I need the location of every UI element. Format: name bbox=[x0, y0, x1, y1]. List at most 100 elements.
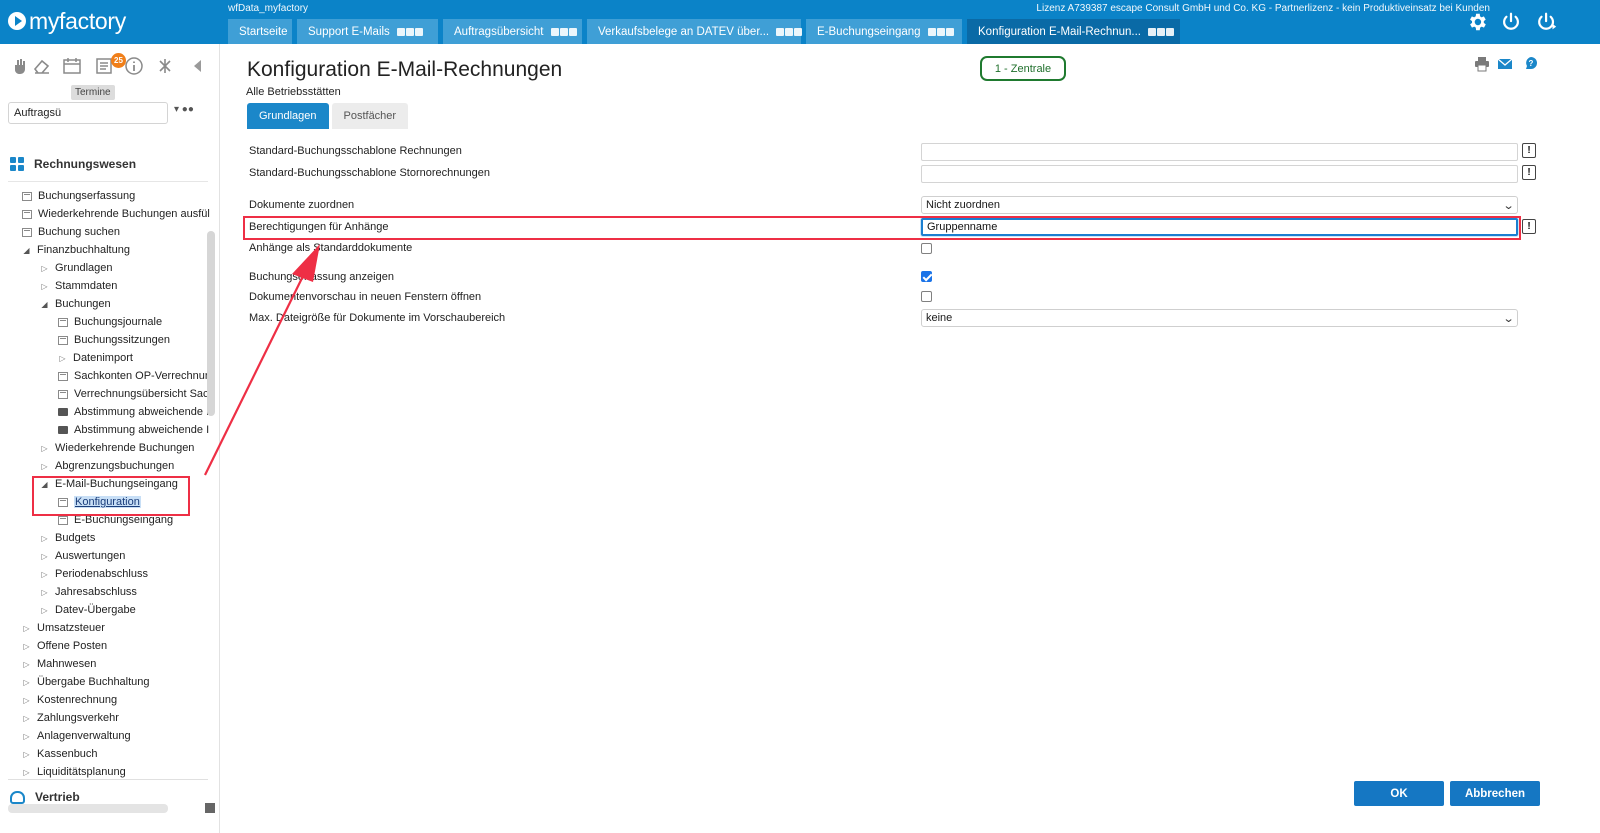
sidebar-scrollbar[interactable] bbox=[207, 231, 215, 416]
tree-item[interactable]: Verrechnungsübersicht Sac bbox=[58, 385, 209, 403]
myfactory-logo[interactable]: myfactory bbox=[8, 6, 126, 36]
tree-item-label: Buchungssitzungen bbox=[74, 334, 171, 346]
search-options-icon[interactable]: ▾ ●● bbox=[174, 104, 198, 120]
module-header-vertrieb[interactable]: Vertrieb bbox=[10, 790, 80, 804]
tab-verkaufsbelege-datev[interactable]: Verkaufsbelege an DATEV über... bbox=[587, 19, 803, 44]
info-icon[interactable] bbox=[124, 56, 144, 76]
tree-item[interactable]: Buchungserfassung bbox=[22, 187, 135, 205]
tree-item[interactable]: ◢ Finanzbuchhaltung bbox=[22, 241, 130, 259]
eraser-icon[interactable] bbox=[32, 56, 52, 76]
tree-item[interactable]: ▷ Mahnwesen bbox=[22, 655, 96, 673]
tree-item[interactable]: Abstimmung abweichende I bbox=[58, 403, 209, 421]
attachment-permissions-info-button[interactable]: ! bbox=[1522, 219, 1536, 234]
tree-item[interactable]: ▷ Offene Posten bbox=[22, 637, 107, 655]
tree-item-label: Datenimport bbox=[73, 352, 133, 364]
tab-tools-icon[interactable] bbox=[927, 27, 954, 36]
logout-power-icon[interactable] bbox=[1536, 11, 1558, 33]
print-icon[interactable] bbox=[1474, 56, 1490, 72]
tab-tools-icon[interactable] bbox=[776, 27, 803, 36]
tree-item-label: Konfiguration bbox=[74, 496, 141, 508]
tab-e-buchungseingang[interactable]: E-Buchungseingang bbox=[806, 19, 962, 44]
tree-item-label: Umsatzsteuer bbox=[37, 622, 105, 634]
tree-item[interactable]: ◢ E-Mail-Buchungseingang bbox=[40, 475, 178, 493]
tree-item-label: Abgrenzungsbuchungen bbox=[55, 460, 175, 472]
expanded-triangle-icon: ◢ bbox=[23, 245, 30, 255]
tree-item[interactable]: Wiederkehrende Buchungen ausfül bbox=[22, 205, 210, 223]
tree-item[interactable]: Buchungsjournale bbox=[58, 313, 162, 331]
settings-gear-icon[interactable] bbox=[1466, 11, 1488, 33]
subtab-postfaecher[interactable]: Postfächer bbox=[331, 103, 409, 129]
tree-item[interactable]: ▷ Auswertungen bbox=[40, 547, 125, 565]
branch-badge[interactable]: 1 - Zentrale bbox=[980, 56, 1066, 81]
sidebar: 25 Termine ▾ ●● Rechnungswesen Buchungse… bbox=[0, 44, 220, 833]
tab-tools-icon[interactable] bbox=[396, 27, 423, 36]
calendar-icon[interactable] bbox=[62, 56, 82, 76]
module-header-rechnungswesen[interactable]: Rechnungswesen bbox=[10, 152, 136, 176]
logo-play-icon bbox=[8, 12, 26, 30]
tree-item[interactable]: ▷ Umsatzsteuer bbox=[22, 619, 105, 637]
horizontal-scrollbar[interactable] bbox=[8, 804, 168, 813]
preview-new-window-checkbox[interactable] bbox=[921, 291, 932, 302]
resize-corner[interactable] bbox=[205, 803, 215, 813]
label-template-invoices: Standard-Buchungsschablone Rechnungen bbox=[249, 145, 462, 157]
mail-icon[interactable] bbox=[1497, 56, 1513, 72]
tree-item[interactable]: ▷ Periodenabschluss bbox=[40, 565, 148, 583]
tree-item[interactable]: Buchung suchen bbox=[22, 223, 120, 241]
collapsed-triangle-icon: ▷ bbox=[41, 533, 48, 543]
tree-item[interactable]: ▷ Datev-Übergabe bbox=[40, 601, 135, 619]
tree-item[interactable]: ▷ Jahresabschluss bbox=[40, 583, 137, 601]
tree-item[interactable]: ▷ Datenimport bbox=[58, 349, 133, 367]
tab-label: Auftragsübersicht bbox=[454, 25, 544, 38]
tree-item[interactable]: ▷ Zahlungsverkehr bbox=[22, 709, 119, 727]
template-credit-info-button[interactable]: ! bbox=[1522, 165, 1536, 180]
collapsed-triangle-icon: ▷ bbox=[23, 623, 30, 633]
power-icon[interactable] bbox=[1500, 11, 1522, 33]
tab-support-emails[interactable]: Support E-Mails bbox=[297, 19, 438, 44]
tree-item[interactable]: Sachkonten OP-Verrechnun bbox=[58, 367, 210, 385]
tree-item[interactable]: ▷ Übergabe Buchhaltung bbox=[22, 673, 149, 691]
template-credit-field[interactable] bbox=[921, 165, 1518, 183]
tab-auftragsuebersicht[interactable]: Auftragsübersicht bbox=[443, 19, 582, 44]
hand-icon[interactable] bbox=[10, 56, 30, 76]
tree-item[interactable]: ▷ Kostenrechnung bbox=[22, 691, 117, 709]
tree-item[interactable]: ▷ Kassenbuch bbox=[22, 745, 97, 763]
subtab-grundlagen[interactable]: Grundlagen bbox=[247, 103, 329, 129]
sidebar-search-input[interactable] bbox=[8, 102, 168, 124]
tree-item[interactable]: Buchungssitzungen bbox=[58, 331, 170, 349]
tab-tools-icon[interactable] bbox=[1148, 27, 1174, 36]
page-icon bbox=[58, 371, 68, 381]
pin-icon[interactable] bbox=[155, 56, 175, 76]
ok-button[interactable]: OK bbox=[1354, 781, 1444, 806]
tree-item-label: Sachkonten OP-Verrechnun bbox=[74, 370, 210, 382]
tree-item-label: Wiederkehrende Buchungen ausfül bbox=[38, 208, 210, 220]
page-icon bbox=[58, 317, 68, 327]
template-invoices-info-button[interactable]: ! bbox=[1522, 143, 1536, 158]
template-invoices-field[interactable] bbox=[921, 143, 1518, 161]
divider bbox=[8, 779, 208, 780]
show-booking-entry-checkbox[interactable] bbox=[921, 271, 932, 282]
tree-item[interactable]: ▷ Wiederkehrende Buchungen bbox=[40, 439, 194, 457]
tree-item[interactable]: ▷ Abgrenzungsbuchungen bbox=[40, 457, 174, 475]
tree-item[interactable]: ▷ Anlagenverwaltung bbox=[22, 727, 130, 745]
collapsed-triangle-icon: ▷ bbox=[41, 443, 48, 453]
assign-documents-select[interactable]: Nicht zuordnen ⌄ bbox=[921, 196, 1518, 214]
tree-item[interactable]: ▷ Stammdaten bbox=[40, 277, 117, 295]
tree-item[interactable]: Konfiguration bbox=[58, 493, 141, 511]
tree-item[interactable]: ▷ Budgets bbox=[40, 529, 95, 547]
tree-item[interactable]: ◢ Buchungen bbox=[40, 295, 110, 313]
tree-item[interactable]: E-Buchungseingang bbox=[58, 511, 173, 529]
tree-item-label: Periodenabschluss bbox=[55, 568, 148, 580]
tab-startseite[interactable]: Startseite bbox=[228, 19, 292, 44]
help-icon[interactable]: ? bbox=[1523, 56, 1539, 72]
collapse-left-icon[interactable] bbox=[188, 56, 208, 76]
page-icon bbox=[58, 335, 68, 345]
collapsed-triangle-icon: ▷ bbox=[41, 587, 48, 597]
attachment-permissions-field[interactable] bbox=[921, 218, 1518, 236]
tree-item[interactable]: Abstimmung abweichende I bbox=[58, 421, 209, 439]
attachments-default-docs-checkbox[interactable] bbox=[921, 243, 932, 254]
tab-tools-icon[interactable] bbox=[550, 27, 577, 36]
cancel-button[interactable]: Abbrechen bbox=[1450, 781, 1540, 806]
tree-item[interactable]: ▷ Grundlagen bbox=[40, 259, 112, 277]
max-filesize-select[interactable]: keine ⌄ bbox=[921, 309, 1518, 327]
tab-konfiguration-email-rechnungen[interactable]: Konfiguration E-Mail-Rechnun... bbox=[967, 19, 1180, 44]
